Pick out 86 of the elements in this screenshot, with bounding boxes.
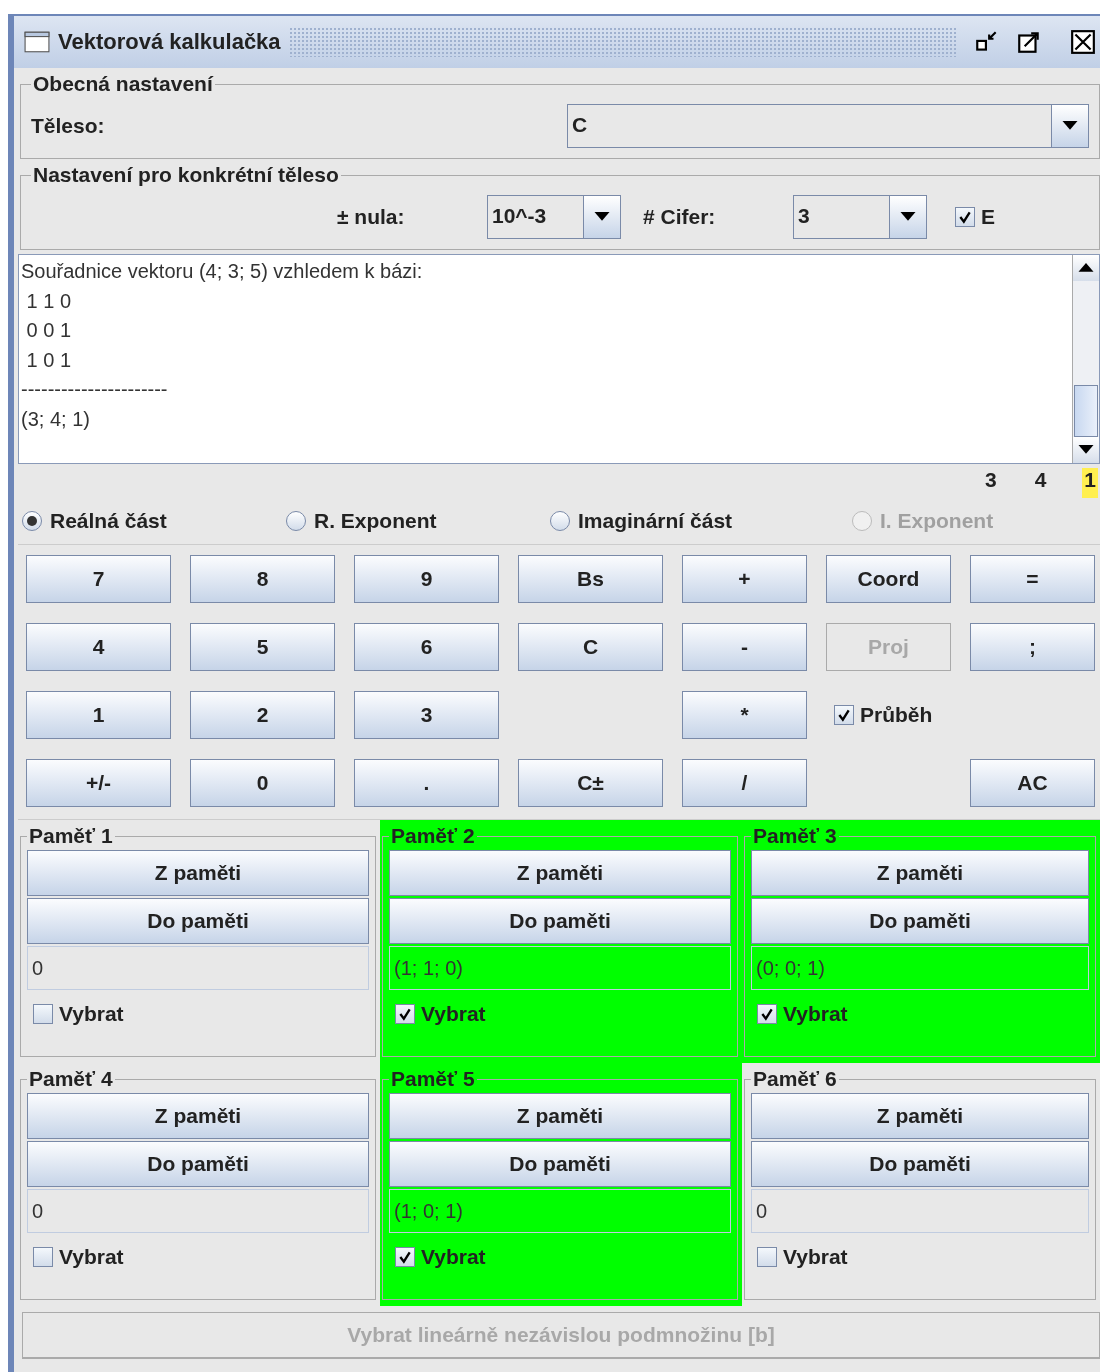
scroll-down-icon[interactable] xyxy=(1078,445,1094,455)
key-button[interactable]: AC xyxy=(970,759,1095,807)
indicator-number: 1 xyxy=(1082,468,1098,498)
check-icon xyxy=(398,1250,412,1264)
key-button[interactable]: * xyxy=(682,691,807,739)
scrollbar[interactable] xyxy=(1072,255,1099,463)
progress-checkbox[interactable]: Průběh xyxy=(826,691,951,739)
load-button[interactable]: Z paměti xyxy=(27,1093,369,1139)
check-icon xyxy=(760,1007,774,1021)
load-button[interactable]: Z paměti xyxy=(751,850,1089,896)
panel-title: Paměť 3 xyxy=(752,824,838,848)
window-title: Vektorová kalkulačka xyxy=(58,29,281,55)
key-button[interactable]: 4 xyxy=(26,623,171,671)
indicator-number: 4 xyxy=(1033,468,1048,493)
load-button[interactable]: Z paměti xyxy=(389,850,731,896)
memory-value: 0 xyxy=(27,946,369,990)
check-icon xyxy=(398,1007,412,1021)
panel-title: Paměť 1 xyxy=(28,824,114,848)
store-button[interactable]: Do paměti xyxy=(27,1141,369,1187)
digits-dropdown[interactable]: 3 xyxy=(793,195,927,239)
panel-title: Nastavení pro konkrétní těleso xyxy=(32,163,340,187)
memory-value: (1; 1; 0) xyxy=(389,946,731,990)
field-label: Těleso: xyxy=(31,114,106,138)
e-checkbox[interactable]: E xyxy=(955,205,995,229)
key-button[interactable]: 5 xyxy=(190,623,335,671)
panel-title: Paměť 5 xyxy=(390,1067,476,1091)
memory-value: (0; 0; 1) xyxy=(751,946,1089,990)
store-button[interactable]: Do paměti xyxy=(389,898,731,944)
key-button[interactable]: 8 xyxy=(190,555,335,603)
key-button[interactable]: 9 xyxy=(354,555,499,603)
key-button[interactable]: = xyxy=(970,555,1095,603)
store-button[interactable]: Do paměti xyxy=(751,1141,1089,1187)
key-button[interactable]: +/- xyxy=(26,759,171,807)
maximize-icon[interactable] xyxy=(1016,29,1042,55)
check-icon xyxy=(958,210,972,224)
key-button[interactable]: 3 xyxy=(354,691,499,739)
panel-title: Obecná nastavení xyxy=(32,72,215,96)
load-button[interactable]: Z paměti xyxy=(751,1093,1089,1139)
select-checkbox[interactable]: Vybrat xyxy=(751,990,1089,1038)
scroll-thumb[interactable] xyxy=(1074,385,1098,437)
key-button[interactable]: - xyxy=(682,623,807,671)
key-button[interactable]: Coord xyxy=(826,555,951,603)
caret-icon xyxy=(1062,121,1078,131)
caret-icon xyxy=(594,212,610,222)
close-icon[interactable] xyxy=(1070,29,1096,55)
store-button[interactable]: Do paměti xyxy=(27,898,369,944)
radio-option[interactable]: R. Exponent xyxy=(286,509,550,533)
select-checkbox[interactable]: Vybrat xyxy=(389,1233,731,1281)
key-button[interactable]: . xyxy=(354,759,499,807)
output-text: Souřadnice vektoru (4; 3; 5) vzhledem k bázi: 1 1 0 0 0 1 1 0 1 ---------------------- (3; 4; 1) xyxy=(20,259,424,432)
key-button[interactable]: C± xyxy=(518,759,663,807)
key-button[interactable]: Bs xyxy=(518,555,663,603)
digits-label: # Cifer: xyxy=(643,205,717,229)
key-button[interactable]: 2 xyxy=(190,691,335,739)
zero-dropdown[interactable]: 10^-3 xyxy=(487,195,621,239)
key-button[interactable]: + xyxy=(682,555,807,603)
panel-title: Paměť 4 xyxy=(28,1067,114,1091)
indicator-number: 3 xyxy=(983,468,998,493)
radio-option[interactable]: Imaginární část xyxy=(550,509,852,533)
panel-title: Paměť 6 xyxy=(752,1067,838,1091)
key-button[interactable]: 6 xyxy=(354,623,499,671)
check-icon xyxy=(837,708,851,722)
zero-label: ± nula: xyxy=(337,205,406,229)
panel-title: Paměť 2 xyxy=(390,824,476,848)
memory-value: 0 xyxy=(751,1189,1089,1233)
scroll-up-icon[interactable] xyxy=(1078,263,1094,273)
key-button[interactable]: 1 xyxy=(26,691,171,739)
memory-value: (1; 0; 1) xyxy=(389,1189,731,1233)
key-button[interactable]: C xyxy=(518,623,663,671)
select-checkbox[interactable]: Vybrat xyxy=(27,990,369,1038)
store-button[interactable]: Do paměti xyxy=(751,898,1089,944)
select-checkbox[interactable]: Vybrat xyxy=(27,1233,369,1281)
load-button[interactable]: Z paměti xyxy=(389,1093,731,1139)
key-button[interactable]: ; xyxy=(970,623,1095,671)
memory-value: 0 xyxy=(27,1189,369,1233)
window-icon xyxy=(24,31,50,53)
radio-option[interactable]: Reálná část xyxy=(22,509,286,533)
load-button[interactable]: Z paměti xyxy=(27,850,369,896)
store-button[interactable]: Do paměti xyxy=(389,1141,731,1187)
key-button[interactable]: 0 xyxy=(190,759,335,807)
key-button[interactable]: 7 xyxy=(26,555,171,603)
key-button[interactable]: / xyxy=(682,759,807,807)
select-checkbox[interactable]: Vybrat xyxy=(389,990,731,1038)
field-dropdown[interactable]: C xyxy=(567,104,1089,148)
caret-icon xyxy=(900,212,916,222)
select-checkbox[interactable]: Vybrat xyxy=(751,1233,1089,1281)
